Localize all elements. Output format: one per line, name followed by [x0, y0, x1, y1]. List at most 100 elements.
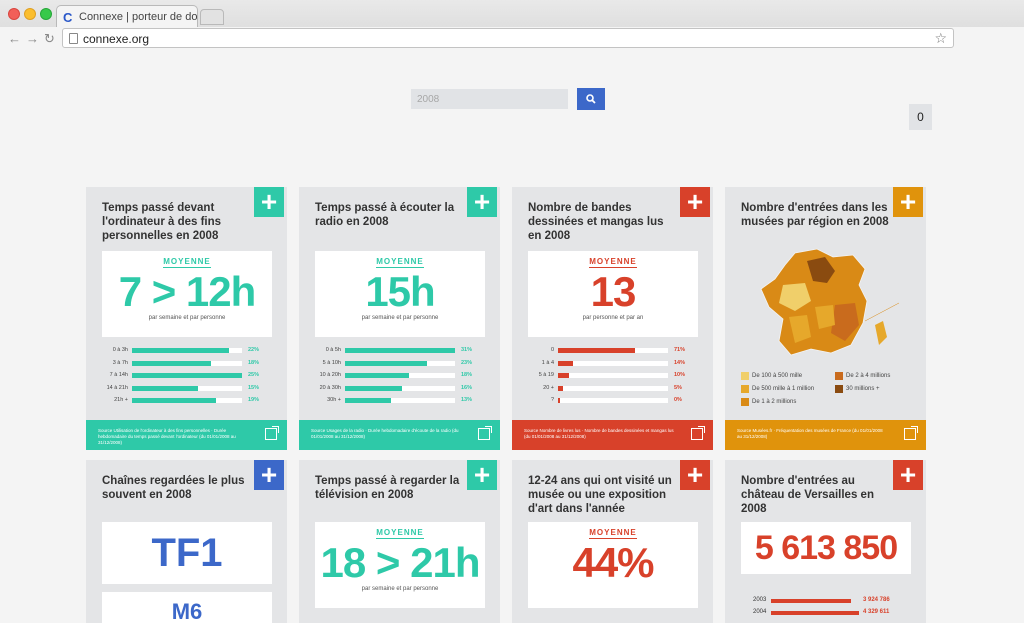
source-footer: Source Usages de la radio · Durée hebdom…	[299, 420, 500, 450]
bar-fill	[558, 348, 635, 353]
plus-icon[interactable]: +	[893, 460, 923, 490]
card-versailles[interactable]: Nombre d'entrées au château de Versaille…	[725, 460, 926, 623]
stat-box: MOYENNE 13 par personne et par an	[528, 251, 698, 337]
plus-icon[interactable]: +	[680, 187, 710, 217]
legend-swatch	[835, 372, 843, 380]
plus-icon[interactable]: +	[680, 460, 710, 490]
year-label: 2004	[753, 609, 767, 615]
source-text: Source Nombre de livres lus · Nombre de …	[524, 428, 674, 439]
row-percent: 15%	[248, 384, 260, 391]
new-tab-button[interactable]	[200, 9, 224, 25]
distribution-row: 0 71%	[528, 345, 698, 358]
stat-box: MOYENNE 15h par semaine et par personne	[315, 251, 485, 337]
stat-box: 5 613 850	[741, 522, 911, 574]
distribution-row: 14 à 21h 15%	[102, 383, 272, 396]
average-value: 7 > 12h	[118, 268, 257, 315]
distribution-row: 1 à 4 14%	[528, 358, 698, 371]
row-label: 5 à 10h	[322, 359, 341, 366]
back-arrow-icon[interactable]: ←	[8, 31, 21, 46]
distribution-row: 30h + 13%	[315, 395, 485, 408]
plus-icon[interactable]: +	[467, 187, 497, 217]
bar-fill	[558, 373, 569, 378]
unit-label: par semaine et par personne	[361, 315, 439, 321]
year-row: 2003 3 924 786	[741, 596, 911, 608]
favicon-icon: C	[63, 10, 73, 25]
unit-label: par semaine et par personne	[148, 315, 226, 321]
row-label: 3 à 7h	[112, 359, 128, 366]
plus-icon[interactable]: +	[254, 460, 284, 490]
card-youth-museum[interactable]: 12-24 ans qui ont visité un musée ou une…	[512, 460, 713, 623]
year-row: 2004 4 329 611	[741, 608, 911, 620]
source-footer: Source Utilisation de l'ordinateur à des…	[86, 420, 287, 450]
search-input[interactable]	[411, 89, 568, 109]
bar-track	[558, 348, 668, 353]
address-bar[interactable]: connexe.org ☆	[62, 28, 954, 48]
plus-icon[interactable]: +	[254, 187, 284, 217]
card-museum-visits[interactable]: Nombre d'entrées dans les musées par rég…	[725, 187, 926, 450]
source-text: Source Usages de la radio · Durée hebdom…	[311, 428, 459, 439]
plus-icon[interactable]: +	[893, 187, 923, 217]
row-percent: 19%	[248, 397, 260, 403]
row-percent: 31%	[461, 347, 473, 353]
average-value: 44%	[572, 539, 654, 586]
page-content: 0 Temps passé devant l'ordinateur à des …	[0, 53, 1024, 623]
row-label: 20 +	[543, 384, 554, 391]
reload-icon[interactable]: ↻	[44, 31, 55, 47]
legend-swatch	[741, 372, 749, 380]
average-label: MOYENNE	[376, 257, 424, 268]
browser-toolbar: ← → ↻ connexe.org ☆	[0, 27, 1024, 52]
bar-track	[345, 373, 455, 378]
minimize-window-button[interactable]	[24, 8, 36, 20]
browser-tab[interactable]: C Connexe | porteur de don	[56, 5, 198, 27]
row-label: 0 à 3h	[112, 347, 128, 353]
maximize-window-button[interactable]	[40, 8, 52, 20]
card-computer-time[interactable]: Temps passé devant l'ordinateur à des fi…	[86, 187, 287, 450]
bar-track	[345, 385, 455, 391]
bar-track	[345, 348, 455, 353]
bar-track	[345, 398, 455, 403]
card-tv-channels[interactable]: Chaînes regardées le plus souvent en 200…	[86, 460, 287, 623]
bar-fill	[558, 385, 564, 391]
bar-track	[558, 385, 668, 391]
bar-fill	[345, 373, 409, 378]
second-channel: M6	[102, 592, 272, 623]
bookmark-star-icon[interactable]: ☆	[934, 30, 947, 47]
source-text: Source Utilisation de l'ordinateur à des…	[98, 428, 236, 445]
external-link-icon[interactable]	[904, 426, 918, 440]
total-visits: 5 613 850	[754, 529, 898, 567]
stat-box: MOYENNE 18 > 21h par semaine et par pers…	[315, 522, 485, 608]
close-window-button[interactable]	[8, 8, 20, 20]
row-label: 1 à 4	[541, 359, 554, 366]
row-label: 10 à 20h	[319, 372, 341, 378]
distribution-row: 20 + 5%	[528, 383, 698, 396]
distribution-list: 0 à 3h 22% 3 à 7h 18% 7 à 14h 25% 14 à 21h 15% 2…	[102, 345, 272, 408]
bar-fill	[132, 348, 229, 353]
unit-label: par personne et par an	[582, 315, 644, 321]
card-radio-time[interactable]: Temps passé à écouter la radio en 2008 +…	[299, 187, 500, 450]
external-link-icon[interactable]	[691, 426, 705, 440]
external-link-icon[interactable]	[478, 426, 492, 440]
bar-fill	[132, 360, 212, 366]
search-button[interactable]	[577, 88, 605, 110]
selection-counter[interactable]: 0	[909, 104, 932, 130]
row-percent: 18%	[461, 372, 473, 378]
plus-icon[interactable]: +	[467, 460, 497, 490]
distribution-row: 20 à 30h 16%	[315, 383, 485, 396]
forward-arrow-icon[interactable]: →	[26, 31, 39, 46]
bar-track	[558, 398, 668, 403]
row-label: 30h +	[327, 397, 341, 403]
distribution-list: 0 71% 1 à 4 14% 5 à 19 10% 20 + 5%? 0%	[528, 345, 698, 408]
row-label: 21h +	[114, 397, 128, 403]
year-bar	[771, 599, 851, 603]
legend-swatch	[835, 385, 843, 393]
row-percent: 16%	[461, 384, 473, 391]
external-link-icon[interactable]	[265, 426, 279, 440]
card-comics-read[interactable]: Nombre de bandes dessinées et mangas lus…	[512, 187, 713, 450]
row-percent: 22%	[248, 347, 260, 353]
bar-track	[132, 385, 242, 391]
distribution-row: 0 à 5h 31%	[315, 345, 485, 358]
average-label: MOYENNE	[163, 257, 211, 268]
card-tv-time[interactable]: Temps passé à regarder la télévision en …	[299, 460, 500, 623]
tab-title: Connexe | porteur de don	[79, 11, 198, 23]
legend-item: 30 millions +	[835, 385, 880, 393]
